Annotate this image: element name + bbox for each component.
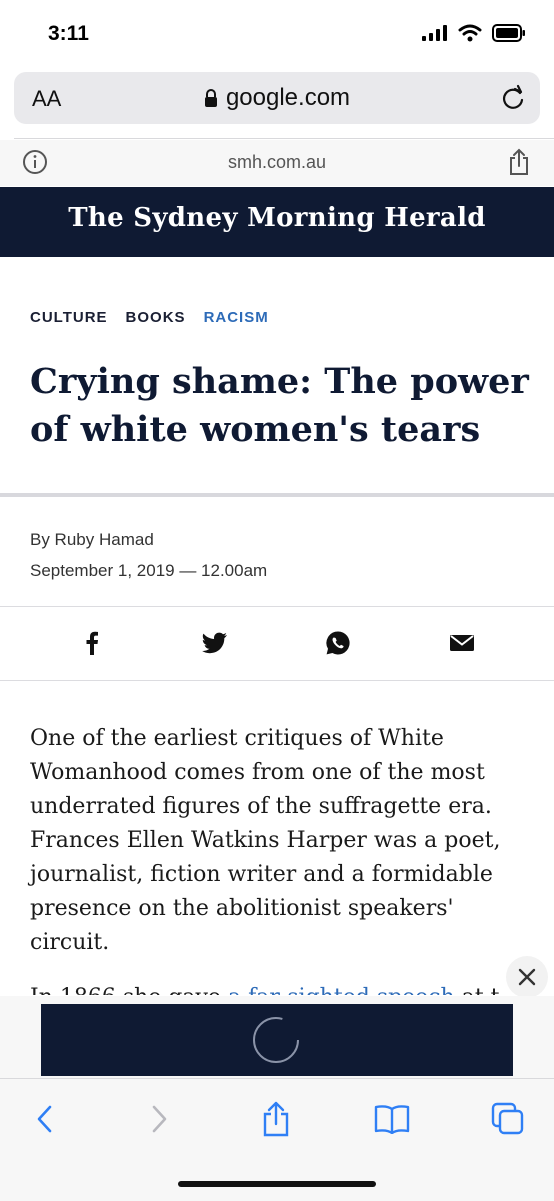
status-icons <box>422 24 526 42</box>
paragraph-text: In 1866 she gave <box>30 985 228 995</box>
close-icon <box>518 968 536 986</box>
home-indicator[interactable] <box>178 1181 376 1187</box>
share-email-button[interactable] <box>446 627 478 659</box>
status-time: 3:11 <box>48 22 89 45</box>
reload-icon <box>502 84 524 109</box>
twitter-icon <box>202 632 227 654</box>
share-whatsapp-button[interactable] <box>322 627 354 659</box>
divider <box>0 680 554 681</box>
share-button[interactable] <box>256 1099 296 1139</box>
forward-button[interactable] <box>140 1099 180 1139</box>
url-display[interactable]: google.com <box>14 84 540 112</box>
address-bar[interactable]: AA google.com <box>14 72 540 124</box>
divider <box>0 493 554 497</box>
share-bar <box>0 607 554 679</box>
whatsapp-icon <box>326 631 350 655</box>
article-paragraph: One of the earliest critiques of White W… <box>30 726 501 955</box>
share-icon <box>510 148 528 175</box>
category-tags: CULTURE BOOKS RACISM <box>30 309 269 326</box>
speech-link[interactable]: a far-sighted speech <box>228 985 455 995</box>
bookmarks-button[interactable] <box>372 1099 412 1139</box>
back-button[interactable] <box>24 1099 64 1139</box>
masthead-logo[interactable]: The Sydney Morning Herald <box>0 203 554 233</box>
cellular-signal-icon <box>422 25 447 41</box>
tag-culture[interactable]: CULTURE <box>30 309 108 326</box>
site-domain: smh.com.au <box>227 152 327 172</box>
wifi-icon <box>458 24 482 42</box>
paragraph-text: at the <box>455 985 500 995</box>
reload-button[interactable] <box>500 84 526 117</box>
facebook-icon <box>86 631 98 655</box>
article-headline: Crying shame: The power of white women's… <box>30 361 529 450</box>
divider <box>14 138 554 139</box>
site-info-bar: smh.com.au <box>0 140 554 186</box>
tabs-button[interactable] <box>488 1099 528 1139</box>
share-twitter-button[interactable] <box>199 627 231 659</box>
battery-icon <box>492 24 525 42</box>
tag-racism[interactable]: RACISM <box>204 309 269 326</box>
close-ad-button[interactable] <box>506 956 548 998</box>
email-icon <box>450 635 474 651</box>
article-paragraph-partial: In 1866 she gave a far-sighted speech at… <box>30 977 500 995</box>
author-link[interactable]: By Ruby Hamad <box>30 530 154 549</box>
tag-books[interactable]: BOOKS <box>126 309 186 326</box>
share-icon <box>263 1101 289 1137</box>
share-facebook-button[interactable] <box>76 627 108 659</box>
masthead[interactable]: The Sydney Morning Herald <box>0 187 554 257</box>
loading-spinner <box>250 1014 302 1071</box>
page-share-button[interactable] <box>508 148 530 181</box>
publish-date: September 1, 2019 — 12.00am <box>30 561 268 580</box>
byline: By Ruby Hamad <box>30 530 154 550</box>
chevron-left-icon <box>37 1105 52 1133</box>
tabs-icon <box>491 1102 524 1135</box>
book-icon <box>374 1105 410 1134</box>
chevron-right-icon <box>152 1105 167 1133</box>
lock-icon <box>204 89 217 107</box>
spinner-icon <box>253 1017 299 1063</box>
url-text: google.com <box>225 84 351 111</box>
